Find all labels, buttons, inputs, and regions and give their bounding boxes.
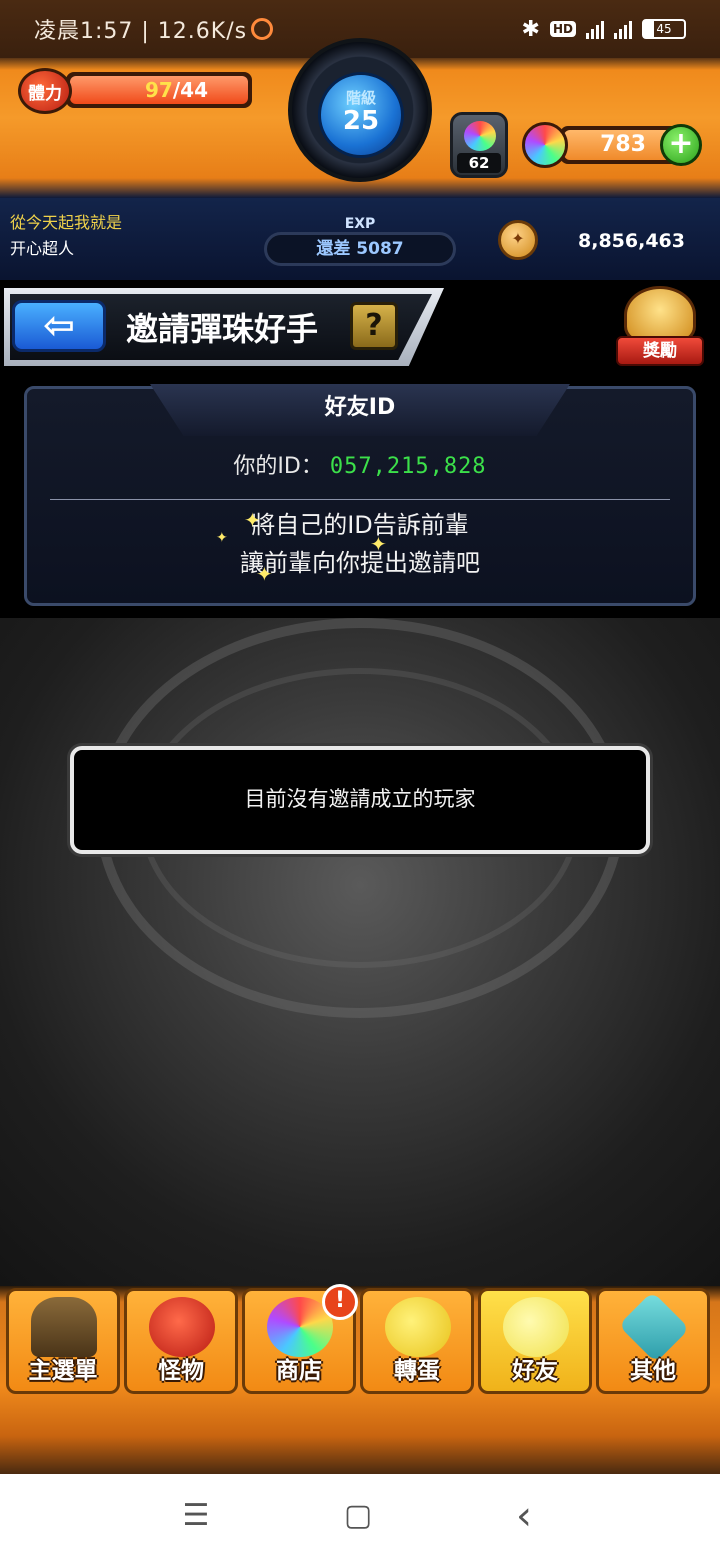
main-background <box>0 618 720 1286</box>
shop-alert-badge: ! <box>322 1284 358 1320</box>
nav-other[interactable]: 其他 <box>596 1288 710 1394</box>
friend-id-tab: 好友ID <box>150 384 570 436</box>
stamina-max: /44 <box>172 78 208 102</box>
panel-divider <box>50 499 670 500</box>
exp-remaining: 還差 5087 <box>264 232 456 266</box>
status-time: 凌晨1:57 | 12.6K/s <box>34 19 248 44</box>
reward-button[interactable]: 獎勵 <box>614 286 706 372</box>
nav-gacha[interactable]: 轉蛋 <box>360 1288 474 1394</box>
rank-label: 階級 <box>345 89 376 107</box>
rank-badge[interactable]: 階級 25 <box>318 72 404 158</box>
sparkle-icon: ✦ <box>216 530 228 546</box>
hint-line-1: 將自己的ID告訴前輩 <box>251 511 469 539</box>
nav-label: 主選單 <box>28 1358 98 1384</box>
alarm-icon <box>251 18 274 40</box>
stamina-icon: 體力 <box>18 68 72 114</box>
stamina-bar: 97/44 <box>66 72 252 108</box>
motto-line-2: 开心超人 <box>10 239 75 258</box>
gold-amount: 8,856,463 <box>578 230 685 252</box>
monster-icon <box>149 1297 215 1357</box>
nav-label: 轉蛋 <box>394 1358 440 1384</box>
my-id-value[interactable]: 057,215,828 <box>330 454 487 479</box>
player-motto: 從今天起我就是 开心超人 <box>10 210 122 262</box>
rainbow-orb-icon <box>522 122 568 168</box>
rank-value: 25 <box>342 106 380 136</box>
exp-label: EXP <box>344 216 376 232</box>
reward-label: 獎勵 <box>616 336 704 366</box>
battery-icon: 45 <box>642 19 686 39</box>
sparkle-icon: ✦ <box>244 508 261 532</box>
egg-count: 62 <box>457 153 501 173</box>
hd-badge: HD <box>549 21 576 37</box>
home-icon[interactable]: ▢ <box>338 1498 378 1534</box>
nav-friends[interactable]: 好友 <box>478 1288 592 1394</box>
bluetooth-icon: ✱ <box>521 16 540 42</box>
back-icon[interactable]: ‹ <box>504 1496 544 1536</box>
nav-label: 商店 <box>276 1358 322 1384</box>
motto-line-1: 從今天起我就是 <box>10 213 123 232</box>
signal-icon-2 <box>614 19 632 39</box>
my-id-row: 你的ID： 057,215,828 <box>0 448 720 480</box>
gate-icon <box>31 1297 97 1357</box>
system-nav-bar: ☰ ▢ ‹ <box>0 1474 720 1560</box>
nav-label: 其他 <box>630 1358 676 1384</box>
menu-icon[interactable]: ☰ <box>176 1498 216 1534</box>
my-id-label: 你的ID： <box>233 454 323 479</box>
nav-label: 好友 <box>512 1358 558 1384</box>
invite-hint: 將自己的ID告訴前輩 讓前輩向你提出邀請吧 <box>0 506 720 582</box>
friends-icon <box>503 1297 569 1357</box>
back-button[interactable]: ⇦ <box>12 300 106 352</box>
hint-line-2: 讓前輩向你提出邀請吧 <box>240 549 480 577</box>
page-title: 邀請彈珠好手 <box>126 310 319 348</box>
stamina-current: 97 <box>145 78 173 102</box>
egg-box[interactable]: 62 <box>450 112 508 178</box>
sparkle-icon: ✦ <box>256 562 273 586</box>
nav-main-menu[interactable]: 主選單 <box>6 1288 120 1394</box>
invite-status-box: 目前沒有邀請成立的玩家 <box>70 746 650 854</box>
buy-orb-button[interactable]: + <box>660 124 702 166</box>
help-button[interactable]: ? <box>350 302 398 350</box>
signal-icon <box>586 19 604 39</box>
egg-icon <box>385 1297 451 1357</box>
sparkle-icon: ✦ <box>370 532 387 556</box>
nav-monster[interactable]: 怪物 <box>124 1288 238 1394</box>
nav-label: 怪物 <box>158 1358 204 1384</box>
egg-orb-icon <box>464 121 496 151</box>
stamina-fill: 97/44 <box>70 76 248 104</box>
gold-coin-icon: ✦ <box>498 220 538 260</box>
